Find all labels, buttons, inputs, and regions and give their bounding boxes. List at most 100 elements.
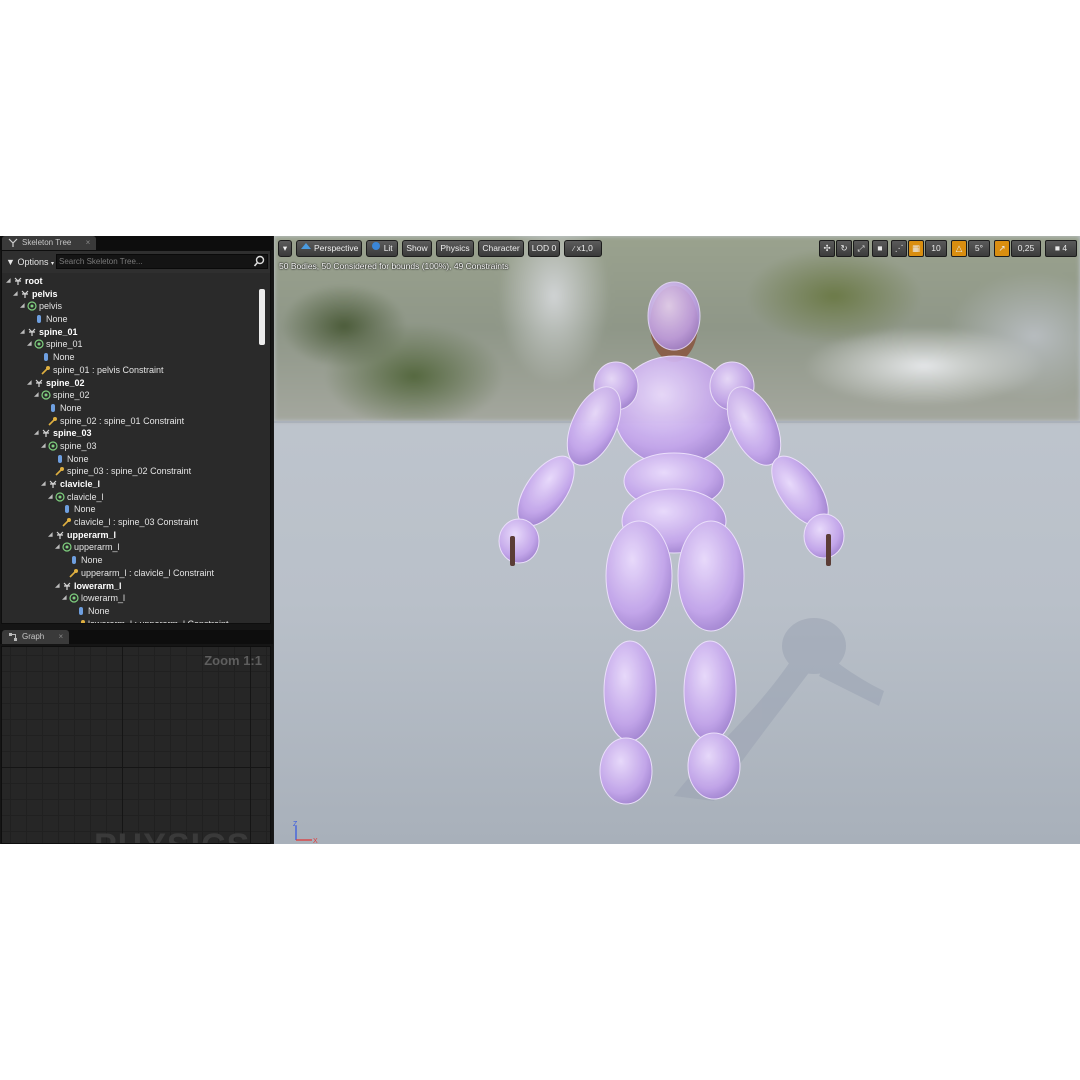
surface-snap-button[interactable]: ⋰ — [891, 240, 907, 257]
rotate-icon: ↻ — [840, 243, 848, 253]
close-icon[interactable]: × — [58, 632, 63, 641]
expand-arrow-icon[interactable]: ◢ — [20, 300, 26, 313]
tree-row-bone[interactable]: ◢ spine_02 — [2, 377, 260, 390]
physics-button[interactable]: Physics — [436, 240, 474, 257]
camera-speed-button[interactable]: ■ 4 — [1045, 240, 1077, 257]
bone-icon — [20, 289, 30, 299]
search-input[interactable] — [59, 255, 249, 268]
tree-row-bone[interactable]: ◢ upperarm_l — [2, 529, 260, 542]
constraint-icon — [48, 416, 58, 426]
close-icon[interactable]: × — [86, 238, 91, 247]
playback-speed-button[interactable]: ⁄ x1,0 — [564, 240, 602, 257]
scale-tool-button[interactable]: ⤢ — [853, 240, 869, 257]
expand-arrow-icon[interactable]: ◢ — [13, 288, 19, 301]
chevron-down-icon: ▾ — [282, 243, 288, 253]
tree-row-constraint[interactable]: spine_02 : spine_01 Constraint — [2, 415, 260, 428]
body-capsules — [498, 355, 845, 805]
tree-row-constraint[interactable]: lowerarm_l : upperarm_l Constraint — [2, 618, 260, 624]
grid-snap-toggle[interactable]: ▦ — [908, 240, 924, 257]
scale-snap-toggle[interactable]: ↗ — [994, 240, 1010, 257]
viewport-menu-button[interactable]: ▾ — [278, 240, 292, 257]
tree-row-shape[interactable]: None — [2, 351, 260, 364]
expand-arrow-icon[interactable]: ◢ — [34, 427, 40, 440]
translate-tool-button[interactable]: ✣ — [819, 240, 835, 257]
tree-row-bone[interactable]: ◢ clavicle_l — [2, 478, 260, 491]
expand-arrow-icon[interactable]: ◢ — [6, 275, 12, 288]
scale-snap-value[interactable]: 0,25 — [1011, 240, 1041, 257]
physics-body-icon — [48, 441, 58, 451]
scrollbar[interactable] — [259, 289, 265, 623]
grid-snap-value[interactable]: 10 — [925, 240, 947, 257]
tree-row-body[interactable]: ◢ spine_02 — [2, 389, 260, 402]
lod-button[interactable]: LOD 0 — [528, 240, 560, 257]
expand-arrow-icon[interactable]: ◢ — [55, 541, 61, 554]
expand-arrow-icon[interactable]: ◢ — [48, 491, 54, 504]
bone-icon — [55, 530, 65, 540]
axis-gizmo: Z X — [293, 821, 318, 844]
rotation-snap-toggle[interactable]: △ — [951, 240, 967, 257]
expand-arrow-icon[interactable]: ◢ — [27, 338, 33, 351]
tree-row-constraint[interactable]: clavicle_l : spine_03 Constraint — [2, 516, 260, 529]
tree-row-body[interactable]: ◢ spine_03 — [2, 440, 260, 453]
tree-row-bone[interactable]: ◢ root — [2, 275, 260, 288]
expand-arrow-icon[interactable]: ◢ — [41, 478, 47, 491]
tree-row-shape[interactable]: None — [2, 453, 260, 466]
show-label: Show — [406, 243, 428, 253]
tree-row-label: None — [53, 352, 75, 363]
tree-row-shape[interactable]: None — [2, 503, 260, 516]
coordinate-system-button[interactable]: ■ — [872, 240, 888, 257]
tree-row-body[interactable]: ◢ clavicle_l — [2, 491, 260, 504]
chevron-down-icon: ▾ — [50, 261, 54, 267]
rotate-tool-button[interactable]: ↻ — [836, 240, 852, 257]
constraint-icon — [55, 466, 65, 476]
expand-arrow-icon[interactable]: ◢ — [34, 389, 40, 402]
perspective-button[interactable]: Perspective — [296, 240, 362, 257]
expand-arrow-icon[interactable]: ◢ — [55, 580, 61, 593]
expand-arrow-icon[interactable]: ◢ — [27, 377, 33, 390]
options-button[interactable]: ▼ Options ▾ — [6, 255, 54, 269]
lit-button[interactable]: Lit — [366, 240, 398, 257]
expand-arrow-icon[interactable]: ◢ — [41, 440, 47, 453]
rotation-snap-value[interactable]: 5° — [968, 240, 990, 257]
tree-row-constraint[interactable]: spine_03 : spine_02 Constraint — [2, 465, 260, 478]
expand-arrow-icon[interactable]: ◢ — [62, 592, 68, 605]
tree-row-body[interactable]: ◢ lowerarm_l — [2, 592, 260, 605]
ragdoll-figure[interactable] — [274, 236, 1080, 844]
angle-icon: △ — [955, 243, 963, 253]
tree-row-label: clavicle_l — [60, 479, 101, 489]
viewport[interactable]: ▾ Perspective Lit Show Physics Character… — [274, 236, 1080, 844]
tab-skeleton-tree[interactable]: Skeleton Tree × — [2, 236, 97, 250]
tree-row-body[interactable]: ◢ upperarm_l — [2, 541, 260, 554]
tree-row-label: upperarm_l — [74, 542, 120, 553]
capsule-shape-icon — [34, 314, 44, 324]
tree-row-body[interactable]: ◢ pelvis — [2, 300, 260, 313]
tree-row-shape[interactable]: None — [2, 605, 260, 618]
skeleton-tree-tabbar: Skeleton Tree × — [0, 236, 273, 250]
constraint-icon — [69, 568, 79, 578]
tab-graph[interactable]: Graph × — [2, 630, 70, 644]
capsule-shape-icon — [76, 606, 86, 616]
tree-row-shape[interactable]: None — [2, 554, 260, 567]
lit-sphere-icon — [371, 241, 381, 256]
tree-row-bone[interactable]: ◢ spine_01 — [2, 326, 260, 339]
tree-row-constraint[interactable]: upperarm_l : clavicle_l Constraint — [2, 567, 260, 580]
tree-row-body[interactable]: ◢ spine_01 — [2, 338, 260, 351]
character-button[interactable]: Character — [478, 240, 524, 257]
physics-body-icon — [69, 593, 79, 603]
search-box — [56, 254, 268, 269]
show-button[interactable]: Show — [402, 240, 432, 257]
search-icon[interactable] — [253, 255, 265, 268]
expand-arrow-icon[interactable]: ◢ — [20, 326, 26, 339]
tree-row-label: upperarm_l — [67, 529, 117, 540]
tree-row-bone[interactable]: ◢ spine_03 — [2, 427, 260, 440]
tree-row-shape[interactable]: None — [2, 313, 260, 326]
tree-row-label: lowerarm_l : upperarm_l Constraint — [88, 618, 229, 624]
graph-panel[interactable]: Zoom 1:1 PHYSICS — [1, 646, 271, 844]
tree-row-label: None — [88, 605, 110, 616]
tree-row-constraint[interactable]: spine_01 : pelvis Constraint — [2, 364, 260, 377]
scrollbar-thumb[interactable] — [259, 289, 265, 345]
tree-row-bone[interactable]: ◢ pelvis — [2, 288, 260, 301]
tree-row-bone[interactable]: ◢ lowerarm_l — [2, 580, 260, 593]
expand-arrow-icon[interactable]: ◢ — [48, 529, 54, 542]
tree-row-shape[interactable]: None — [2, 402, 260, 415]
